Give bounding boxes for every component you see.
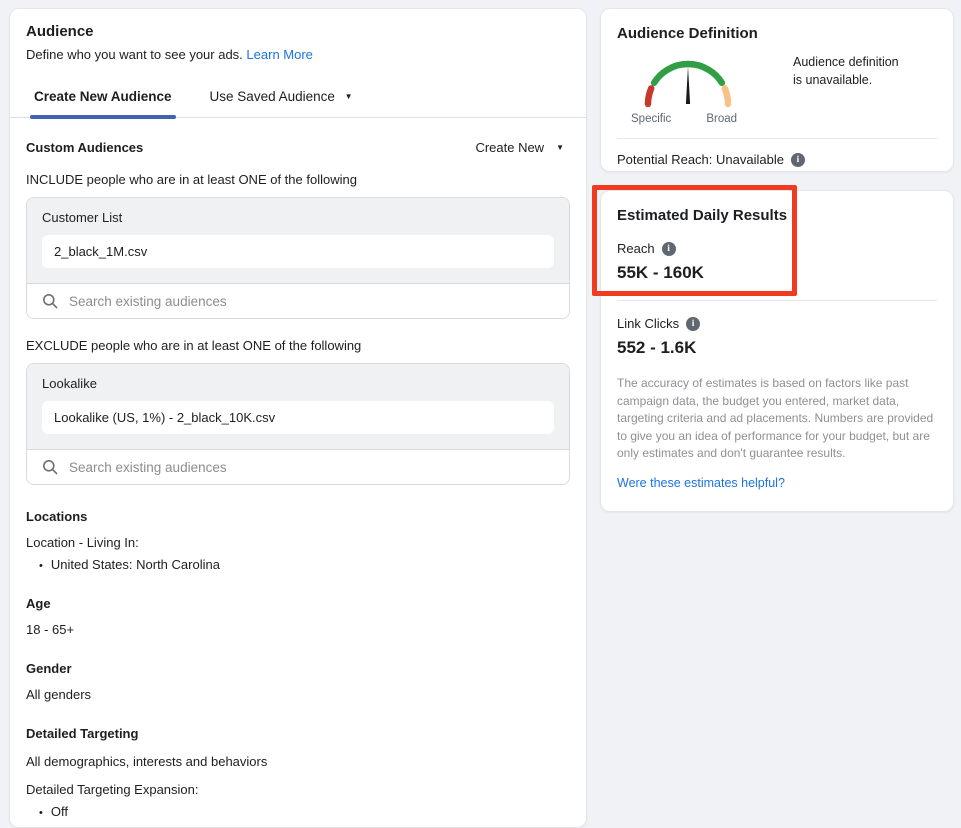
customer-list-box: Customer List 2_black_1M.csv <box>26 197 570 319</box>
reach-label-row: Reach i <box>617 241 937 256</box>
customer-list-label: Customer List <box>42 210 554 225</box>
right-column: Audience Definition Specific Broad Audie… <box>600 8 954 512</box>
targeting-expansion-label: Detailed Targeting Expansion: <box>26 782 570 797</box>
gender-section: Gender All genders <box>26 661 570 702</box>
include-search-row <box>27 283 569 318</box>
age-section: Age 18 - 65+ <box>26 596 570 637</box>
tab-use-saved-audience[interactable]: Use Saved Audience ▼ <box>210 89 353 117</box>
estimates-feedback-link[interactable]: Were these estimates helpful? <box>617 476 785 490</box>
detailed-targeting-section: Detailed Targeting All demographics, int… <box>26 726 570 819</box>
lookalike-label: Lookalike <box>42 376 554 391</box>
reach-label: Reach <box>617 241 655 256</box>
lookalike-box-top: Lookalike Lookalike (US, 1%) - 2_black_1… <box>27 364 569 449</box>
gauge-needle-icon <box>686 67 690 105</box>
audience-tabs: Create New Audience Use Saved Audience ▼ <box>10 89 586 118</box>
tab-create-new-audience-label: Create New Audience <box>34 89 172 104</box>
targeting-expansion-value: Off <box>51 804 68 819</box>
include-search-input[interactable] <box>69 294 554 309</box>
targeting-expansion-item: • Off <box>26 804 570 819</box>
detailed-targeting-value: All demographics, interests and behavior… <box>26 754 570 769</box>
create-new-button[interactable]: Create New ▼ <box>475 140 570 155</box>
audience-definition-card: Audience Definition Specific Broad Audie… <box>600 8 954 172</box>
audience-definition-title: Audience Definition <box>617 25 937 42</box>
customer-list-value[interactable]: 2_black_1M.csv <box>42 235 554 268</box>
gauge-labels: Specific Broad <box>631 113 745 125</box>
definition-message: Audience definition is unavailable. <box>793 54 905 125</box>
page-subtitle: Define who you want to see your ads. Lea… <box>26 47 570 62</box>
tab-use-saved-audience-label: Use Saved Audience <box>210 89 335 104</box>
gauge-specific-label: Specific <box>631 113 671 125</box>
info-icon[interactable]: i <box>791 153 805 167</box>
caret-down-icon: ▼ <box>556 143 564 152</box>
bullet-icon: • <box>39 807 43 819</box>
customer-list-box-top: Customer List 2_black_1M.csv <box>27 198 569 283</box>
custom-audiences-row: Custom Audiences Create New ▼ <box>26 140 570 155</box>
include-instruction: INCLUDE people who are in at least ONE o… <box>26 172 570 187</box>
location-bullet-text: United States: North Carolina <box>51 557 220 572</box>
custom-audiences-heading: Custom Audiences <box>26 140 143 155</box>
search-icon <box>42 293 58 309</box>
page-subtitle-text: Define who you want to see your ads. <box>26 47 243 62</box>
link-clicks-label: Link Clicks <box>617 316 679 331</box>
estimated-results-card: Estimated Daily Results Reach i 55K - 16… <box>600 190 954 512</box>
gauge-row: Specific Broad Audience definition is un… <box>617 50 937 125</box>
locations-section: Locations Location - Living In: • United… <box>26 509 570 572</box>
link-clicks-label-row: Link Clicks i <box>617 316 937 331</box>
search-icon <box>42 459 58 475</box>
info-icon[interactable]: i <box>662 242 676 256</box>
reach-metric: Reach i 55K - 160K <box>617 241 937 283</box>
gender-heading: Gender <box>26 661 570 676</box>
gauge-broad-label: Broad <box>706 113 737 125</box>
learn-more-link[interactable]: Learn More <box>246 47 312 62</box>
page-title: Audience <box>26 23 570 40</box>
reach-value: 55K - 160K <box>617 263 937 283</box>
lookalike-value[interactable]: Lookalike (US, 1%) - 2_black_10K.csv <box>42 401 554 434</box>
audience-panel: Audience Define who you want to see your… <box>9 8 587 828</box>
location-bullet-item: • United States: North Carolina <box>26 557 570 572</box>
create-new-label: Create New <box>475 140 544 155</box>
caret-down-icon: ▼ <box>345 92 353 101</box>
gauge-arc-icon <box>631 50 745 108</box>
gender-value: All genders <box>26 687 570 702</box>
info-icon[interactable]: i <box>686 317 700 331</box>
location-living-in: Location - Living In: <box>26 535 570 550</box>
card-divider <box>617 300 937 301</box>
lookalike-box: Lookalike Lookalike (US, 1%) - 2_black_1… <box>26 363 570 485</box>
exclude-search-input[interactable] <box>69 460 554 475</box>
estimated-results-title: Estimated Daily Results <box>617 207 937 224</box>
tab-create-new-audience[interactable]: Create New Audience <box>34 89 172 117</box>
card-divider <box>617 138 937 139</box>
estimates-disclaimer: The accuracy of estimates is based on fa… <box>617 375 937 463</box>
audience-gauge: Specific Broad <box>631 50 745 125</box>
exclude-instruction: EXCLUDE people who are in at least ONE o… <box>26 338 570 353</box>
link-clicks-value: 552 - 1.6K <box>617 338 937 358</box>
age-value: 18 - 65+ <box>26 622 570 637</box>
bullet-icon: • <box>39 560 43 572</box>
detailed-targeting-heading: Detailed Targeting <box>26 726 570 741</box>
potential-reach-text: Potential Reach: Unavailable <box>617 152 784 167</box>
link-clicks-metric: Link Clicks i 552 - 1.6K <box>617 316 937 358</box>
age-heading: Age <box>26 596 570 611</box>
locations-heading: Locations <box>26 509 570 524</box>
exclude-search-row <box>27 449 569 484</box>
potential-reach-row: Potential Reach: Unavailable i <box>617 152 937 167</box>
